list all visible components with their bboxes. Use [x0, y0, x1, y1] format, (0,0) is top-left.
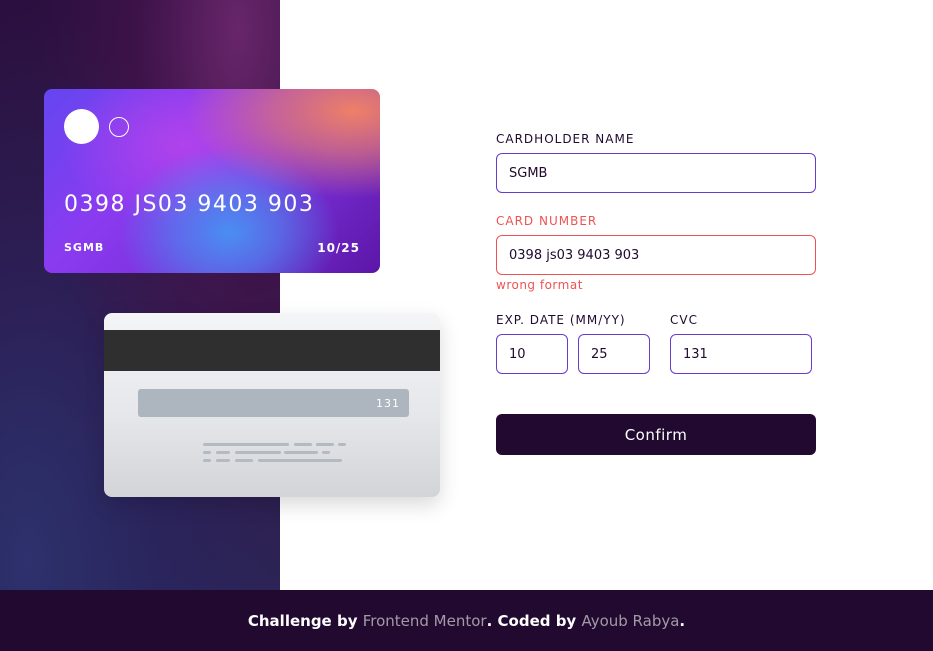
decorative-line [258, 459, 342, 462]
decorative-line [216, 459, 230, 462]
card-number-error: wrong format [496, 278, 583, 292]
decorative-line [203, 459, 211, 462]
decorative-line [216, 451, 230, 454]
card-front-name: SGMB [64, 241, 105, 254]
confirm-button[interactable]: Confirm [496, 414, 816, 455]
footer: Challenge by Frontend Mentor. Coded by A… [0, 590, 933, 651]
exp-date-group: EXP. DATE (MM/YY) 10 25 [496, 313, 650, 374]
decorative-line [316, 443, 334, 446]
decorative-line [203, 451, 211, 454]
card-front-number: 0398 JS03 9403 903 [64, 192, 315, 217]
decorative-line [235, 459, 253, 462]
decorative-line [284, 451, 318, 454]
card-back-cvc: 131 [376, 397, 400, 410]
footer-challenge-text: Challenge by [247, 611, 358, 630]
exp-date-label: EXP. DATE (MM/YY) [496, 313, 626, 327]
footer-coded-text: Coded by [497, 611, 577, 630]
signature-strip [138, 389, 409, 417]
cvc-label: CVC [670, 313, 698, 327]
cvc-group: CVC 131 [670, 313, 812, 374]
exp-year-input[interactable]: 25 [578, 334, 650, 374]
footer-separator: . [486, 611, 493, 630]
cardholder-name-input[interactable]: SGMB [496, 153, 816, 193]
payment-form: CARDHOLDER NAME SGMB CARD NUMBER 0398 js… [496, 132, 816, 455]
decorative-line [322, 451, 330, 454]
exp-month-input[interactable]: 10 [496, 334, 568, 374]
cardholder-name-label: CARDHOLDER NAME [496, 132, 635, 146]
card-front: 0398 JS03 9403 903 SGMB 10/25 [44, 89, 380, 273]
decorative-line [294, 443, 312, 446]
cvc-input[interactable]: 131 [670, 334, 812, 374]
magnetic-stripe [104, 330, 440, 371]
card-front-expiry: 10/25 [317, 241, 360, 255]
card-number-label: CARD NUMBER [496, 214, 598, 228]
decorative-line [338, 443, 346, 446]
footer-end: . [679, 611, 686, 630]
author-link[interactable]: Ayoub Rabya [581, 612, 679, 630]
card-logo-circle-outline-icon [109, 117, 129, 137]
card-number-input[interactable]: 0398 js03 9403 903 [496, 235, 816, 275]
card-back: 131 [104, 313, 440, 497]
card-logo-circle-filled-icon [64, 109, 99, 144]
frontend-mentor-link[interactable]: Frontend Mentor [363, 612, 487, 630]
decorative-line [203, 443, 289, 446]
decorative-line [235, 451, 281, 454]
